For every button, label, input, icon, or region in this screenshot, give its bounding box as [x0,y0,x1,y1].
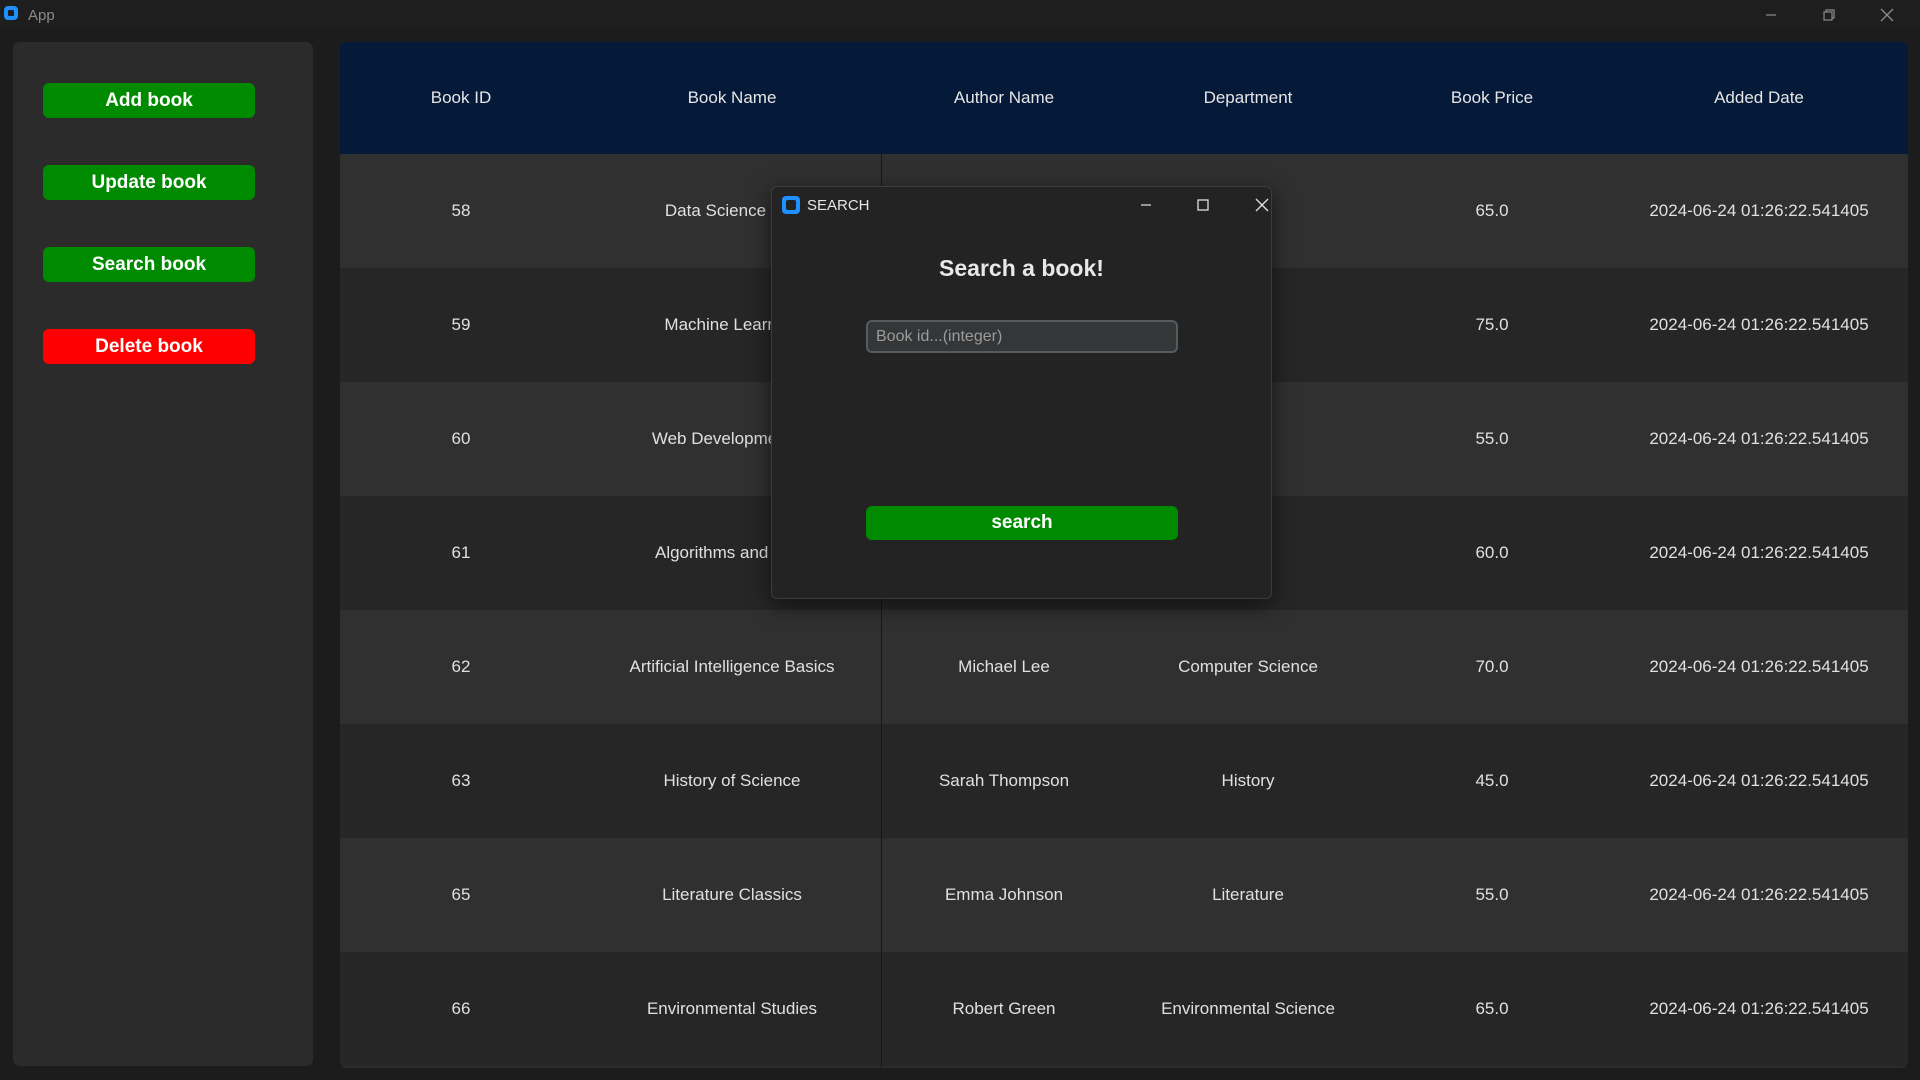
dialog-title: SEARCH [807,197,870,214]
cell-book-id: 60 [451,429,471,448]
cell-author-name: Emma Johnson [944,885,1064,904]
cell-book-price: 45.0 [1475,771,1509,790]
cell-department: History [1221,771,1275,790]
cell-added-date: 2024-06-24 01:26:22.541405 [1649,999,1869,1018]
cell-book-id: 65 [451,885,471,904]
dialog-titlebar[interactable]: SEARCH [772,187,1271,223]
cell-added-date: 2024-06-24 01:26:22.541405 [1649,657,1869,676]
app-icon [4,6,18,20]
column-header-department[interactable]: Department [1126,42,1370,154]
cell-book-price: 65.0 [1475,999,1509,1018]
column-header-added-date[interactable]: Added Date [1614,42,1904,154]
restore-icon[interactable] [1800,0,1858,30]
table-row[interactable]: 66 Environmental Studies Robert Green En… [340,952,1908,1066]
cell-department: Environmental Science [1161,999,1335,1018]
cell-book-id: 63 [451,771,471,790]
cell-added-date: 2024-06-24 01:26:22.541405 [1649,885,1869,904]
cell-book-price: 55.0 [1475,885,1509,904]
sidebar: Add book Update book Search book Delete … [13,42,313,1066]
column-header-book-price[interactable]: Book Price [1370,42,1614,154]
cell-book-id: 61 [451,543,471,562]
cell-added-date: 2024-06-24 01:26:22.541405 [1649,543,1869,562]
close-icon[interactable] [1858,0,1916,30]
window-title: App [28,7,55,24]
cell-author-name: Sarah Thompson [938,771,1070,790]
cell-added-date: 2024-06-24 01:26:22.541405 [1649,429,1869,448]
column-header-book-id[interactable]: Book ID [340,42,582,154]
cell-book-id: 62 [451,657,471,676]
cell-book-price: 75.0 [1475,315,1509,334]
minimize-icon[interactable] [1742,0,1800,30]
cell-department: Literature [1212,885,1284,904]
table-row[interactable]: 63 History of Science Sarah Thompson His… [340,724,1908,838]
cell-book-price: 60.0 [1475,543,1509,562]
cell-book-price: 70.0 [1475,657,1509,676]
dialog-app-icon [782,196,800,214]
column-header-book-name[interactable]: Book Name [582,42,882,154]
search-button[interactable]: search [866,506,1178,540]
cell-book-price: 55.0 [1475,429,1509,448]
column-header-author-name[interactable]: Author Name [882,42,1126,154]
dialog-close-icon[interactable] [1242,191,1282,219]
table-header: Book ID Book Name Author Name Department… [340,42,1908,154]
add-book-button[interactable]: Add book [43,83,255,118]
search-dialog: SEARCH Search a book! search [771,186,1272,599]
cell-department: Computer Science [1178,657,1318,676]
book-id-input[interactable] [866,320,1178,353]
cell-book-name: History of Science [663,771,801,790]
dialog-heading: Search a book! [939,255,1104,281]
cell-book-id: 66 [451,999,471,1018]
update-book-button[interactable]: Update book [43,165,255,200]
cell-author-name: Michael Lee [958,657,1050,676]
search-book-button[interactable]: Search book [43,247,255,282]
cell-book-price: 65.0 [1475,201,1509,220]
cell-book-name: Environmental Studies [646,999,818,1018]
cell-book-name: Literature Classics [662,885,802,904]
cell-added-date: 2024-06-24 01:26:22.541405 [1649,315,1869,334]
cell-book-id: 59 [451,315,471,334]
table-row[interactable]: 62 Artificial Intelligence Basics Michae… [340,610,1908,724]
cell-author-name: Robert Green [952,999,1056,1018]
cell-book-name: Artificial Intelligence Basics [629,657,835,676]
delete-book-button[interactable]: Delete book [43,329,255,364]
dialog-maximize-icon[interactable] [1183,191,1223,219]
window-titlebar: App [0,0,1920,30]
dialog-minimize-icon[interactable] [1126,191,1166,219]
cell-book-id: 58 [451,201,471,220]
table-row[interactable]: 65 Literature Classics Emma Johnson Lite… [340,838,1908,952]
cell-added-date: 2024-06-24 01:26:22.541405 [1649,771,1869,790]
cell-added-date: 2024-06-24 01:26:22.541405 [1649,201,1869,220]
